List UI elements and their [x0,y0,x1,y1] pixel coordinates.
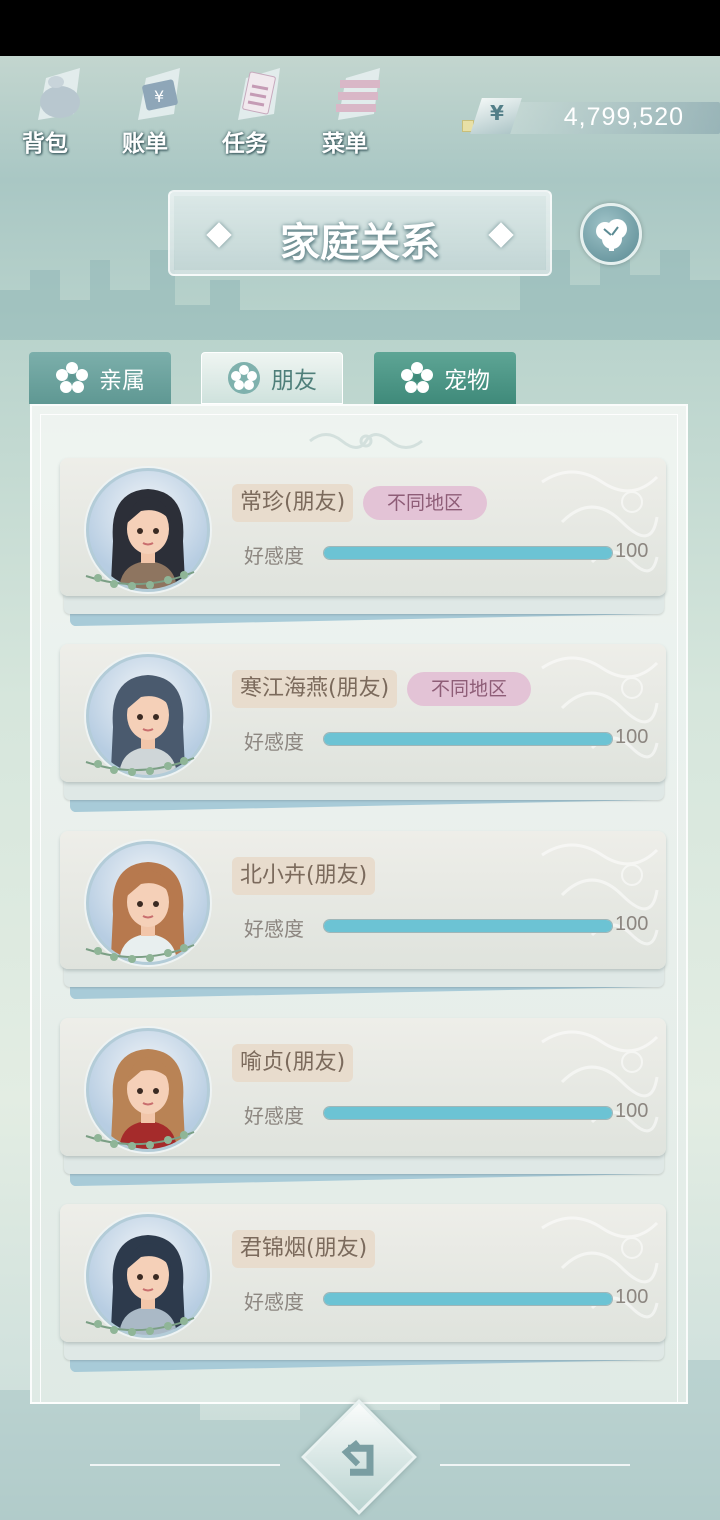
vine-ornament [85,944,195,963]
favor-bar [323,1106,613,1120]
lace-ornament [541,470,659,573]
nav-label: 菜单 [322,131,368,157]
friend-name: 喻贞(朋友) [232,1044,354,1082]
region-badge: 不同地区 [407,672,532,706]
friend-name: 寒江海燕(朋友) [232,670,398,708]
favor-bar [323,919,613,933]
backpack-button[interactable]: 背包 [18,62,96,158]
task-icon [238,68,280,120]
favor-label: 好感度 [244,544,304,568]
flower-icon [56,362,88,393]
friend-card[interactable]: 喻贞(朋友) 好感度 100 [60,1018,666,1187]
money-display: ¥ 4,799,520 [462,98,720,136]
friends-panel[interactable]: 常珍(朋友) 不同地区 好感度 100 寒江海燕(朋友) 不同地区 好感度 10… [30,404,688,1404]
region-badge: 不同地区 [363,486,488,520]
lace-ornament [541,656,659,759]
friend-name: 君锦烟(朋友) [232,1230,376,1268]
family-tree-button[interactable] [580,203,642,265]
friend-name: 北小卉(朋友) [232,857,376,895]
favor-bar-fill [324,547,612,559]
favor-label: 好感度 [244,1104,304,1128]
favor-value: 100 [615,1100,649,1122]
tab-relatives[interactable]: 亲属 [29,352,171,404]
tab-label: 宠物 [444,368,490,394]
lace-ornament [541,843,659,946]
card-face: 寒江海燕(朋友) 不同地区 好感度 100 [60,644,666,782]
tab-pets[interactable]: 宠物 [374,352,516,404]
vine-ornament [85,757,195,776]
status-bar [0,0,720,56]
favor-value: 100 [615,913,649,935]
card-face: 北小卉(朋友) 好感度 100 [60,831,666,969]
friend-card[interactable]: 北小卉(朋友) 好感度 100 [60,831,666,1000]
backpack-icon [38,68,80,120]
top-nav: 背包 ¥ 账单 任务 菜单 [18,62,396,158]
favor-label: 好感度 [244,730,304,754]
task-button[interactable]: 任务 [218,62,296,158]
vine-ornament [85,571,195,590]
menu-button[interactable]: 菜单 [318,62,396,158]
menu-icon [336,68,380,120]
card-face: 君锦烟(朋友) 好感度 100 [60,1204,666,1342]
nav-label: 账单 [122,131,168,157]
favor-label: 好感度 [244,917,304,941]
favor-bar-fill [324,920,612,932]
favor-bar-fill [324,733,612,745]
vine-ornament [85,1131,195,1150]
card-face: 喻贞(朋友) 好感度 100 [60,1018,666,1156]
decorative-line [90,1464,280,1466]
nav-label: 任务 [222,131,268,157]
vine-ornament [85,1317,195,1336]
favor-label: 好感度 [244,1290,304,1314]
nav-label: 背包 [22,131,68,157]
family-tree-icon [596,219,627,251]
bill-icon: ¥ [138,68,180,120]
friend-card[interactable]: 君锦烟(朋友) 好感度 100 [60,1204,666,1373]
friend-name: 常珍(朋友) [232,484,354,522]
favor-value: 100 [615,726,649,748]
lace-ornament [541,1216,659,1319]
favor-bar [323,1292,613,1306]
favor-bar [323,732,613,746]
favor-bar-fill [324,1107,612,1119]
page-title-box: 家庭关系 [168,190,552,276]
tab-friends[interactable]: 朋友 [201,352,343,404]
scroll-ornament [309,433,423,449]
svg-text:¥: ¥ [154,87,164,106]
card-face: 常珍(朋友) 不同地区 好感度 100 [60,458,666,596]
money-amount: 4,799,520 [563,103,684,131]
friend-card[interactable]: 寒江海燕(朋友) 不同地区 好感度 100 [60,644,666,813]
lace-ornament [541,1030,659,1133]
decorative-line [440,1464,630,1466]
favor-value: 100 [615,1286,649,1308]
tab-label: 亲属 [99,368,145,394]
bill-button[interactable]: ¥ 账单 [118,62,196,158]
favor-bar [323,546,613,560]
flower-icon [401,362,433,393]
favor-value: 100 [615,540,649,562]
flower-icon [228,362,260,394]
tab-label: 朋友 [271,368,317,394]
friend-card[interactable]: 常珍(朋友) 不同地区 好感度 100 [60,458,666,627]
back-arrow-icon [341,1439,374,1476]
favor-bar-fill [324,1293,612,1305]
